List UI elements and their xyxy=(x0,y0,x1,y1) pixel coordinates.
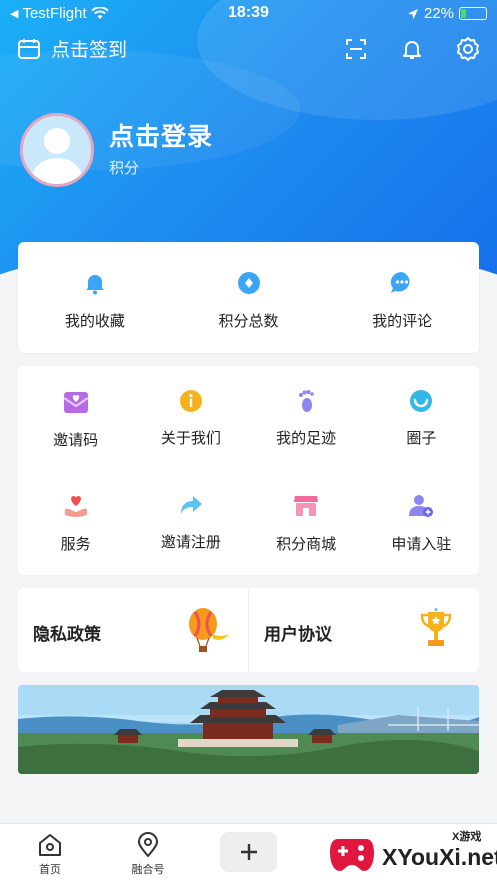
status-right: 22% xyxy=(407,5,487,22)
tab-home[interactable]: 首页 xyxy=(15,832,85,877)
points-label: 积分 xyxy=(109,160,140,177)
invite-code-label: 邀请码 xyxy=(53,432,99,449)
scan-button[interactable] xyxy=(341,34,371,64)
total-points-label: 积分总数 xyxy=(218,313,279,330)
notification-button[interactable] xyxy=(397,34,427,64)
gamepad-logo-icon xyxy=(330,839,374,871)
comments-label: 我的评论 xyxy=(372,313,433,330)
apply-settle-item[interactable]: 申请入驻 xyxy=(364,470,479,575)
circle-icon xyxy=(410,390,433,412)
circle-item[interactable]: 圈子 xyxy=(364,366,479,470)
battery-icon xyxy=(459,7,487,20)
hand-heart-icon xyxy=(64,496,87,517)
bell-icon xyxy=(85,275,104,295)
points-mall-item[interactable]: 积分商城 xyxy=(249,470,364,575)
watermark-site: XYouXi.net xyxy=(382,844,497,870)
battery-percent: 22% xyxy=(423,5,454,22)
total-points-item[interactable]: 积分总数 xyxy=(172,242,326,353)
service-item[interactable]: 服务 xyxy=(18,470,133,575)
quick-stats-card: 我的收藏 积分总数 我的评论 xyxy=(18,242,479,353)
apply-settle-label: 申请入驻 xyxy=(391,536,452,553)
footprint-icon xyxy=(299,390,314,412)
site-watermark: X游戏 XYouXi.net xyxy=(318,826,497,883)
login-prompt[interactable]: 点击登录 xyxy=(109,117,213,153)
promo-banner[interactable] xyxy=(18,685,479,774)
user-profile[interactable]: 点击登录 积分 xyxy=(20,113,440,188)
top-bar: 点击签到 xyxy=(0,32,497,66)
envelope-heart-icon xyxy=(63,392,89,413)
comments-item[interactable]: 我的评论 xyxy=(325,242,479,353)
plus-icon xyxy=(240,844,257,860)
bell-icon xyxy=(403,41,421,59)
checkin-label: 点击签到 xyxy=(51,40,128,61)
location-arrow-icon xyxy=(407,8,418,19)
invite-register-item[interactable]: 邀请注册 xyxy=(133,470,248,575)
circle-label: 圈子 xyxy=(406,430,437,447)
diamond-icon xyxy=(237,272,260,294)
tab-media[interactable]: 融合号 xyxy=(113,832,183,877)
avatar[interactable] xyxy=(20,113,94,187)
status-bar: ◀ TestFlight 18:39 22% xyxy=(0,0,497,26)
privacy-policy-link[interactable]: 隐私政策 xyxy=(18,588,248,672)
tab-home-label: 首页 xyxy=(39,864,61,876)
invite-code-item[interactable]: 邀请码 xyxy=(18,366,133,470)
scan-icon xyxy=(346,39,366,59)
info-icon xyxy=(179,390,202,412)
shop-icon xyxy=(294,496,319,516)
about-us-label: 关于我们 xyxy=(160,430,221,447)
hot-air-balloon-icon xyxy=(189,608,229,652)
features-card: 邀请码 关于我们 我的足迹 圈子 服务 邀请注册 积分商城 申请入驻 xyxy=(18,366,479,575)
chat-bubble-icon xyxy=(390,271,410,293)
about-us-item[interactable]: 关于我们 xyxy=(133,366,248,470)
service-label: 服务 xyxy=(60,536,91,553)
location-pin-icon xyxy=(137,832,159,858)
user-add-icon xyxy=(409,495,434,517)
policy-links-card: 隐私政策 用户协议 xyxy=(18,588,479,672)
watermark-tag: X游戏 xyxy=(452,831,482,843)
share-arrow-icon xyxy=(180,496,202,514)
settings-button[interactable] xyxy=(453,34,483,64)
checkin-button[interactable]: 点击签到 xyxy=(17,35,127,62)
pavilion-landscape-image xyxy=(18,685,479,774)
user-agreement-label: 用户协议 xyxy=(264,625,332,644)
footprints-item[interactable]: 我的足迹 xyxy=(249,366,364,470)
publish-button[interactable] xyxy=(220,832,277,872)
calendar-icon xyxy=(18,38,40,59)
favorites-label: 我的收藏 xyxy=(64,313,125,330)
footprints-label: 我的足迹 xyxy=(276,430,337,447)
favorites-item[interactable]: 我的收藏 xyxy=(18,242,172,353)
invite-register-label: 邀请注册 xyxy=(160,534,221,551)
points-mall-label: 积分商城 xyxy=(276,536,337,553)
gear-icon xyxy=(457,37,479,61)
privacy-policy-label: 隐私政策 xyxy=(33,625,101,644)
trophy-icon xyxy=(420,608,452,646)
home-icon xyxy=(39,834,61,856)
user-agreement-link[interactable]: 用户协议 xyxy=(248,588,479,672)
tab-media-label: 融合号 xyxy=(131,864,165,876)
